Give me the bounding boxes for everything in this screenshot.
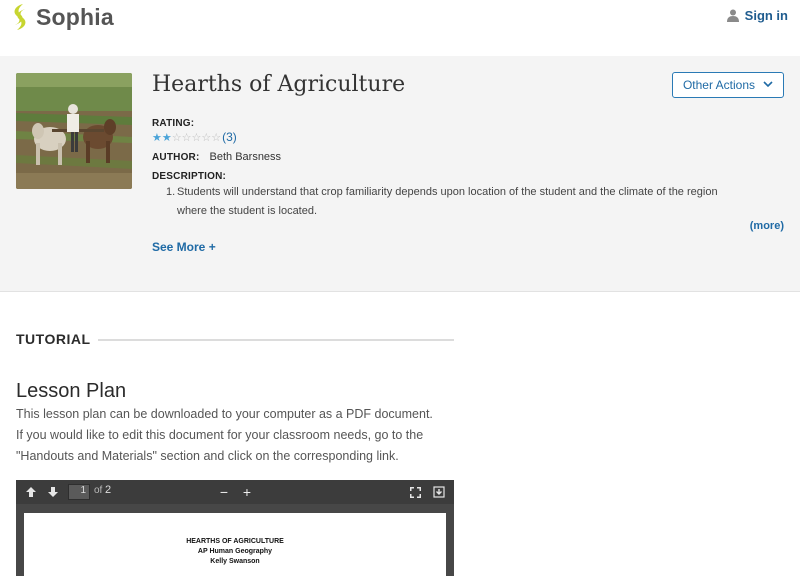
arrow-down-icon	[48, 487, 58, 497]
author-row: AUTHOR: Beth Barsness	[152, 151, 281, 163]
page-of-label: of	[94, 485, 103, 496]
star-empty-icon[interactable]: ☆	[192, 132, 202, 144]
star-filled-icon[interactable]: ★	[162, 132, 172, 144]
fullscreen-button[interactable]	[406, 483, 424, 501]
lesson-line-1: This lesson plan can be downloaded to yo…	[16, 407, 433, 421]
description-label: DESCRIPTION:	[152, 171, 227, 182]
star-empty-icon[interactable]: ☆	[211, 132, 221, 144]
chevron-down-icon	[763, 79, 773, 91]
lesson-title: Lesson Plan	[16, 380, 127, 402]
rating-count[interactable]: (3)	[222, 130, 237, 144]
pdf-toolbar: 1 of 2 − +	[16, 480, 454, 504]
star-empty-icon[interactable]: ☆	[172, 132, 182, 144]
star-icons: ★★☆☆☆☆☆	[152, 130, 221, 144]
section-divider	[98, 339, 454, 341]
more-link[interactable]: (more)	[750, 220, 784, 232]
tutorial-heading: TUTORIAL	[16, 331, 91, 347]
other-actions-label: Other Actions	[682, 78, 756, 92]
star-empty-icon[interactable]: ☆	[201, 132, 211, 144]
star-filled-icon[interactable]: ★	[152, 132, 162, 144]
zoom-out-button[interactable]: −	[215, 483, 233, 501]
author-label: AUTHOR:	[152, 152, 200, 163]
fullscreen-icon	[409, 486, 421, 498]
lesson-description: This lesson plan can be downloaded to yo…	[16, 404, 456, 467]
sophia-logo[interactable]: Sophia	[10, 2, 114, 32]
download-icon	[433, 486, 445, 498]
resource-title: Hearths of Agriculture	[152, 72, 406, 97]
rating-stars[interactable]: ★★☆☆☆☆☆ (3)	[152, 130, 237, 144]
download-button[interactable]	[430, 483, 448, 501]
description-line-2: where the student is located.	[177, 205, 318, 217]
pdf-viewer: 1 of 2 − + HEARTHS OF AGRICULTURE AP Hum…	[16, 480, 454, 576]
brand-name: Sophia	[36, 3, 114, 30]
star-empty-icon[interactable]: ☆	[182, 132, 192, 144]
sophia-leaf-icon	[14, 4, 26, 30]
description-number: 1.	[166, 186, 176, 198]
next-page-button[interactable]	[44, 483, 62, 501]
description-text: 1. Students will understand that crop fa…	[166, 183, 766, 221]
user-icon	[726, 9, 739, 22]
description-line-1: Students will understand that crop famil…	[177, 186, 718, 198]
sign-in-button[interactable]: Sign in	[726, 8, 788, 23]
resource-thumbnail	[16, 73, 132, 189]
arrow-up-icon	[26, 487, 36, 497]
author-name: Beth Barsness	[209, 151, 282, 163]
page-number-input[interactable]: 1	[68, 484, 90, 500]
rating-label: RATING:	[152, 118, 195, 129]
top-header: Sophia Sign in	[0, 0, 800, 56]
previous-page-button[interactable]	[22, 483, 40, 501]
sign-in-label: Sign in	[744, 8, 788, 23]
resource-banner: Hearths of Agriculture Other Actions RAT…	[0, 56, 800, 292]
other-actions-dropdown[interactable]: Other Actions	[672, 72, 784, 98]
see-more-link[interactable]: See More +	[152, 240, 216, 254]
doc-author: Kelly Swanson	[210, 558, 260, 565]
farmer-ox-image	[16, 73, 132, 189]
zoom-in-button[interactable]: +	[238, 483, 256, 501]
doc-title: HEARTHS OF AGRICULTURE	[186, 538, 284, 545]
doc-course: AP Human Geography	[197, 548, 273, 555]
pdf-page: HEARTHS OF AGRICULTURE AP Human Geograph…	[24, 513, 446, 576]
lesson-line-2: If you would like to edit this document …	[16, 428, 424, 442]
page-total: 2	[105, 484, 112, 496]
lesson-line-3: "Handouts and Materials" section and cli…	[16, 449, 399, 463]
